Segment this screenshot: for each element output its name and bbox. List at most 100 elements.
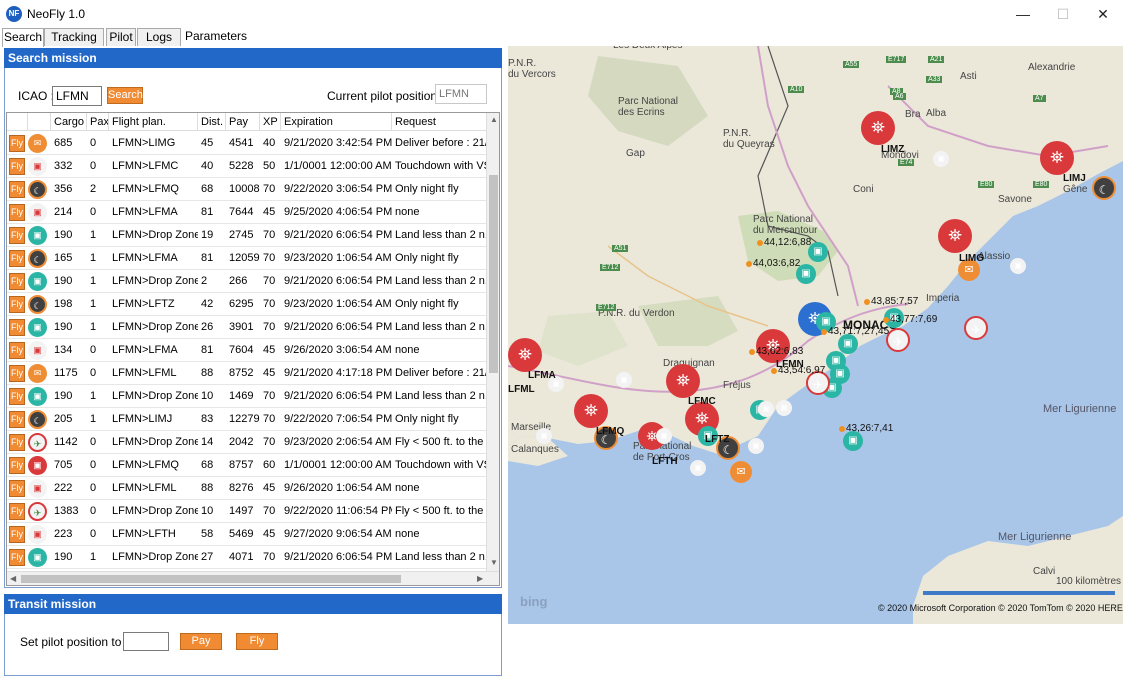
fly-button[interactable]: Fly bbox=[9, 250, 25, 267]
cell-xp: 70 bbox=[263, 551, 276, 563]
column-pax[interactable]: Pax bbox=[87, 113, 109, 131]
coordinate-label: 43,26:7,41 bbox=[846, 423, 894, 434]
table-row[interactable]: Fly ▣ 190 1 LFMN>Drop Zone 26 3901 70 9/21/2020 … bbox=[7, 316, 487, 339]
cell-pax: 0 bbox=[90, 505, 97, 517]
fly-button[interactable]: Fly bbox=[9, 411, 25, 428]
grid-vertical-scroll-thumb[interactable] bbox=[489, 175, 498, 373]
airport-tower-icon[interactable]: ⛯ bbox=[938, 219, 972, 253]
table-row[interactable]: Fly ☾ 356 2 LFMN>LFMQ 68 10008 70 9/22/2020 3:06… bbox=[7, 178, 487, 201]
low-fly-mission-icon[interactable]: ✈ bbox=[886, 328, 910, 352]
tab-parameters[interactable]: Parameters bbox=[185, 28, 247, 46]
table-row[interactable]: Fly ✈ 1142 0 LFMN>Drop Zone 14 2042 70 9/23/2020… bbox=[7, 431, 487, 454]
tab-pilot[interactable]: Pilot bbox=[106, 28, 136, 46]
drop-zone-mission-icon[interactable]: ▣ bbox=[843, 431, 863, 451]
tab-logs[interactable]: Logs bbox=[137, 28, 181, 46]
fly-button[interactable]: Fly bbox=[9, 227, 25, 244]
column-flight-plan[interactable]: Flight plan. bbox=[109, 113, 198, 131]
grid-vertical-scrollbar[interactable]: ▲ ▼ bbox=[486, 113, 499, 571]
low-fly-mission-icon[interactable]: ✈ bbox=[964, 316, 988, 340]
fly-button[interactable]: Fly bbox=[9, 388, 25, 405]
table-row[interactable]: Fly ☾ 165 1 LFMN>LFMA 81 12059 70 9/23/2020 1:06… bbox=[7, 247, 487, 270]
table-row[interactable]: Fly ▣ 190 1 LFMN>Drop Zone 19 2745 70 9/21/2020 … bbox=[7, 224, 487, 247]
maximize-button[interactable]: ☐ bbox=[1043, 2, 1083, 26]
tab-search[interactable]: Search bbox=[2, 28, 44, 47]
table-row[interactable]: Fly ▣ 223 0 LFMN>LFTH 58 5469 45 9/27/2020 9:06:… bbox=[7, 523, 487, 546]
table-row[interactable]: Fly ☾ 205 1 LFMN>LIMJ 83 12279 70 9/22/2020 7:06… bbox=[7, 408, 487, 431]
fly-button[interactable]: Fly bbox=[9, 319, 25, 336]
drop-zone-mission-icon[interactable]: ▣ bbox=[830, 364, 850, 384]
column-expiration[interactable]: Expiration bbox=[281, 113, 392, 131]
mission-map[interactable]: Les Deux Alpes P.N.R. du Vercors Parc Nati… bbox=[508, 46, 1123, 624]
minimize-button[interactable]: — bbox=[1003, 2, 1043, 26]
cargo-mission-icon[interactable]: ▣ bbox=[656, 428, 672, 444]
airport-tower-icon[interactable]: ⛯ bbox=[508, 338, 542, 372]
fly-button[interactable]: Fly bbox=[9, 296, 25, 313]
scroll-left-arrow-icon[interactable]: ◀ bbox=[10, 574, 16, 584]
cargo-mission-icon[interactable]: ▣ bbox=[536, 428, 552, 444]
table-row[interactable]: Fly ▣ 134 0 LFMN>LFMA 81 7604 45 9/26/2020 3:06:… bbox=[7, 339, 487, 362]
table-row[interactable]: Fly ✉ 1175 0 LFMN>LFML 88 8752 45 9/21/2020 4:17… bbox=[7, 362, 487, 385]
table-row[interactable]: Fly ☾ 198 1 LFMN>LFTZ 42 6295 70 9/23/2020 1:06:… bbox=[7, 293, 487, 316]
fly-button[interactable]: Fly bbox=[9, 181, 25, 198]
scroll-down-arrow-icon[interactable]: ▼ bbox=[490, 558, 498, 568]
search-button[interactable]: Search bbox=[107, 87, 143, 104]
table-row[interactable]: Fly ▣ 214 0 LFMN>LFMA 81 7644 45 9/25/2020 4:06:… bbox=[7, 201, 487, 224]
fly-button[interactable]: Fly bbox=[9, 549, 25, 566]
cargo-mission-icon[interactable]: ▣ bbox=[1010, 258, 1026, 274]
table-row[interactable]: Fly ▣ 190 1 LFMN>Drop Zone 2 266 70 9/21/2020 6:… bbox=[7, 270, 487, 293]
fly-button[interactable]: Fly bbox=[9, 135, 25, 152]
column-xp[interactable]: XP bbox=[260, 113, 281, 131]
set-pilot-position-input[interactable] bbox=[123, 632, 169, 651]
column-pay[interactable]: Pay bbox=[226, 113, 260, 131]
fly-button[interactable]: Fly bbox=[9, 204, 25, 221]
column-dist[interactable]: Dist. bbox=[198, 113, 226, 131]
cell-dist: 10 bbox=[201, 390, 214, 402]
table-row[interactable]: Fly ✈ 1383 0 LFMN>Drop Zone 10 1497 70 9/22/2020… bbox=[7, 500, 487, 523]
fly-button[interactable]: Fly bbox=[9, 273, 25, 290]
drop-zone-mission-icon[interactable]: ▣ bbox=[838, 334, 858, 354]
cell-req: none bbox=[395, 482, 420, 494]
airport-tower-icon[interactable]: ⛯ bbox=[574, 394, 608, 428]
fly-button[interactable]: Fly bbox=[9, 457, 25, 474]
fly-button[interactable]: Fly bbox=[9, 526, 25, 543]
cell-req: Land less than 2 n.m bbox=[395, 390, 487, 402]
icao-input[interactable]: LFMN bbox=[52, 86, 102, 106]
cargo-mission-icon[interactable]: ▣ bbox=[616, 372, 632, 388]
mail-mission-icon[interactable]: ✉ bbox=[730, 461, 752, 483]
cargo-mission-icon[interactable]: ▣ bbox=[690, 460, 706, 476]
map-place-label: Mer Ligurienne bbox=[998, 531, 1072, 543]
tab-tracking[interactable]: Tracking bbox=[44, 28, 104, 46]
cargo-mission-icon[interactable]: ▣ bbox=[933, 151, 949, 167]
scroll-right-arrow-icon[interactable]: ▶ bbox=[477, 574, 483, 584]
cell-pax: 0 bbox=[90, 160, 97, 172]
airport-tower-icon[interactable]: ⛯ bbox=[1040, 141, 1074, 175]
fly-button[interactable]: Fly bbox=[9, 480, 25, 497]
table-row[interactable]: Fly ▣ 190 1 LFMN>Drop Zone 27 4071 70 9/21/2020 … bbox=[7, 546, 487, 569]
airport-tower-icon[interactable]: ⛯ bbox=[666, 364, 700, 398]
airport-tower-icon[interactable]: ⛯ bbox=[861, 111, 895, 145]
transit-fly-button[interactable]: Fly bbox=[236, 633, 278, 650]
fly-button[interactable]: Fly bbox=[9, 158, 25, 175]
table-row[interactable]: Fly ▣ 190 1 LFMN>Drop Zone 10 1469 70 9/21/2020 … bbox=[7, 385, 487, 408]
grid-horizontal-scroll-thumb[interactable] bbox=[21, 575, 401, 583]
grid-horizontal-scrollbar[interactable]: ◀ ▶ bbox=[7, 571, 499, 585]
current-pilot-position-field[interactable]: LFMN bbox=[435, 84, 487, 104]
close-button[interactable]: ✕ bbox=[1083, 2, 1123, 26]
column-request[interactable]: Request bbox=[392, 113, 487, 131]
cell-req: none bbox=[395, 528, 420, 540]
scroll-up-arrow-icon[interactable]: ▲ bbox=[490, 115, 498, 125]
pay-button[interactable]: Pay bbox=[180, 633, 222, 650]
fly-button[interactable]: Fly bbox=[9, 434, 25, 451]
fly-button[interactable]: Fly bbox=[9, 503, 25, 520]
cargo-mission-icon[interactable]: ▣ bbox=[758, 401, 774, 417]
column-cargo[interactable]: Cargo bbox=[51, 113, 87, 131]
table-row[interactable]: Fly ▣ 332 0 LFMN>LFMC 40 5228 50 1/1/0001 12:00:… bbox=[7, 155, 487, 178]
table-row[interactable]: Fly ▣ 222 0 LFMN>LFML 88 8276 45 9/26/2020 1:06:… bbox=[7, 477, 487, 500]
fly-button[interactable]: Fly bbox=[9, 365, 25, 382]
cargo-mission-icon[interactable]: ▣ bbox=[776, 400, 792, 416]
night-mission-icon[interactable]: ☾ bbox=[1092, 176, 1116, 200]
fly-button[interactable]: Fly bbox=[9, 342, 25, 359]
cargo-mission-icon[interactable]: ▣ bbox=[748, 438, 764, 454]
table-row[interactable]: Fly ▣ 705 0 LFMN>LFMQ 68 8757 60 1/1/0001 12:00:… bbox=[7, 454, 487, 477]
table-row[interactable]: Fly ✉ 685 0 LFMN>LIMG 45 4541 40 9/21/2020 3:42:… bbox=[7, 132, 487, 155]
